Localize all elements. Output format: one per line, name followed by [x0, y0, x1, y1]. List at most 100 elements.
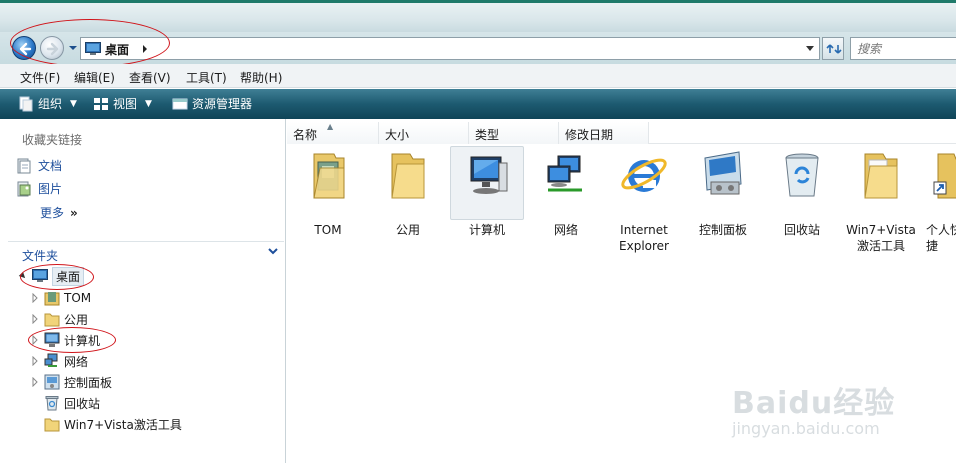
file-item-recycle-bin[interactable]: 回收站	[765, 146, 839, 238]
views-label: 视图	[113, 97, 138, 111]
tree-collapsed-icon[interactable]	[30, 293, 40, 303]
column-modified[interactable]: 修改日期	[559, 122, 649, 144]
views-button[interactable]: 视图 ▼	[93, 95, 152, 112]
more-favorites-link[interactable]: 更多 »	[40, 204, 78, 221]
tree-label[interactable]: 网络	[64, 353, 88, 370]
search-input[interactable]	[851, 38, 956, 59]
tree-collapsed-icon[interactable]	[30, 314, 40, 324]
column-label: 修改日期	[565, 128, 614, 142]
ie-icon	[621, 158, 667, 192]
tree-label[interactable]: 回收站	[64, 395, 100, 412]
menu-help[interactable]: 帮助(H)	[240, 69, 282, 86]
views-dropdown-icon: ▼	[145, 98, 152, 109]
tree-label[interactable]: Win7+Vista激活工具	[64, 416, 182, 433]
menu-file[interactable]: 文件(F)	[20, 69, 60, 86]
address-bar[interactable]: 桌面	[80, 37, 820, 60]
annotation-ellipse	[28, 327, 116, 353]
file-item-label: 计算机	[468, 223, 505, 237]
file-list-pane: 名称 ▲ 大小 类型 修改日期 TOM 公用 计算机 网络 Internet E…	[287, 119, 956, 463]
favorites-header: 收藏夹链接	[22, 133, 83, 147]
file-item-label: Win7+Vista激活工具	[846, 223, 916, 253]
file-item-label: 个人快捷	[926, 223, 956, 253]
tree-collapsed-icon[interactable]	[30, 377, 40, 387]
column-type[interactable]: 类型	[469, 122, 559, 144]
folder-icon	[864, 153, 898, 199]
tree-label[interactable]: 控制面板	[64, 374, 112, 391]
folder-icon	[391, 153, 425, 199]
tree-item-public[interactable]: 公用	[30, 309, 88, 329]
file-item-control-panel[interactable]: 控制面板	[686, 146, 760, 238]
favorite-label[interactable]: 图片	[38, 180, 62, 197]
file-item-win7-vista-tool[interactable]: Win7+Vista激活工具	[844, 146, 918, 254]
annotation-ellipse	[10, 19, 170, 67]
chevron-down-icon	[268, 248, 278, 255]
folder-icon	[44, 418, 60, 432]
recycle-bin-icon	[45, 396, 59, 411]
recycle-bin-icon	[785, 153, 819, 197]
favorite-label[interactable]: 文档	[38, 157, 62, 174]
folders-header[interactable]: 文件夹	[8, 241, 284, 263]
sort-ascending-icon: ▲	[327, 122, 334, 131]
file-item-label: TOM	[314, 223, 342, 237]
baidu-watermark-url: jingyan.baidu.com	[732, 419, 880, 438]
file-item-shortcut[interactable]: 个人快捷	[920, 146, 956, 254]
file-item-label: 网络	[553, 223, 578, 237]
organize-button[interactable]: 组织 ▼	[18, 95, 77, 112]
organize-dropdown-icon: ▼	[70, 98, 77, 109]
file-item-public[interactable]: 公用	[371, 146, 445, 238]
tree-item-recycle-bin[interactable]: 回收站	[30, 393, 100, 413]
menu-edit[interactable]: 编辑(E)	[74, 69, 115, 86]
control-panel-icon	[44, 374, 60, 390]
tree-label[interactable]: TOM	[64, 291, 91, 305]
more-label[interactable]: 更多	[40, 204, 64, 221]
computer-icon	[470, 156, 508, 194]
organize-label: 组织	[38, 97, 63, 111]
network-icon	[44, 353, 58, 367]
command-bar: 组织 ▼ 视图 ▼ 资源管理器	[0, 89, 956, 119]
file-item-internet-explorer[interactable]: Internet Explorer	[607, 146, 681, 254]
user-folder-icon	[313, 153, 345, 199]
menu-bar: 文件(F) 编辑(E) 查看(V) 工具(T) 帮助(H)	[0, 64, 956, 88]
column-header-row: 名称 ▲ 大小 类型 修改日期	[287, 122, 956, 144]
column-label: 类型	[475, 128, 500, 142]
address-dropdown-icon[interactable]	[805, 45, 815, 53]
search-box[interactable]	[850, 37, 956, 60]
double-chevron-icon: »	[70, 205, 78, 220]
tree-item-control-panel[interactable]: 控制面板	[30, 372, 112, 392]
navigation-pane: 收藏夹链接 文档 图片 更多 » 文件夹 桌面 TOM 公用 计算机 网络 控制…	[0, 119, 286, 463]
pictures-icon	[17, 181, 31, 196]
user-folder-icon	[44, 292, 60, 306]
favorite-pictures[interactable]: 图片	[16, 180, 62, 197]
favorite-documents[interactable]: 文档	[16, 157, 62, 174]
explorer-icon	[172, 98, 188, 109]
refresh-button[interactable]	[822, 37, 844, 60]
menu-view[interactable]: 查看(V)	[129, 69, 171, 86]
tree-item-win7-vista-tool[interactable]: Win7+Vista激活工具	[30, 414, 182, 434]
explorer-button[interactable]: 资源管理器	[172, 95, 252, 112]
column-name[interactable]: 名称 ▲	[287, 122, 379, 144]
file-item-label: 公用	[395, 223, 420, 237]
file-item-network[interactable]: 网络	[529, 146, 603, 238]
file-item-computer[interactable]: 计算机	[450, 146, 524, 238]
folders-header-label: 文件夹	[22, 249, 59, 263]
annotation-ellipse	[20, 264, 94, 290]
file-item-label: 控制面板	[698, 223, 747, 237]
tree-collapsed-icon[interactable]	[30, 356, 40, 366]
folder-icon	[44, 313, 60, 327]
tree-item-tom[interactable]: TOM	[30, 288, 91, 308]
refresh-icon	[826, 44, 842, 54]
column-size[interactable]: 大小	[379, 122, 469, 144]
tree-item-network[interactable]: 网络	[30, 351, 88, 371]
menu-tools[interactable]: 工具(T)	[186, 69, 227, 86]
documents-icon	[17, 158, 31, 173]
tree-label[interactable]: 公用	[64, 311, 88, 328]
explorer-label: 资源管理器	[192, 97, 253, 111]
network-icon	[547, 155, 582, 192]
views-icon	[94, 97, 108, 110]
organize-icon	[19, 96, 33, 111]
file-item-label: Internet Explorer	[619, 223, 669, 253]
shortcut-folder-icon	[933, 153, 956, 199]
column-label: 名称	[293, 128, 318, 142]
baidu-watermark: Baidu经验	[732, 386, 896, 421]
file-item-tom[interactable]: TOM	[291, 146, 365, 238]
